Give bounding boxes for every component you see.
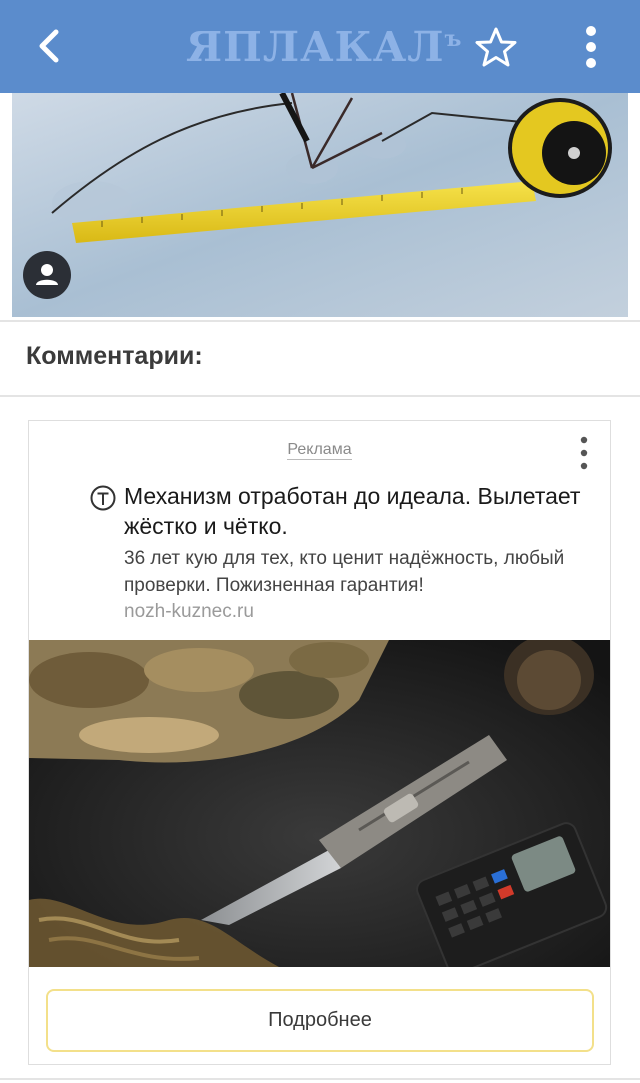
top-app-bar: ЯПЛАКАЛъ (0, 0, 640, 93)
advertiser-logo-icon (90, 485, 116, 511)
ad-more-vertical-icon[interactable] (576, 435, 592, 471)
post-image (12, 93, 628, 317)
divider (0, 1078, 640, 1080)
back-arrow-icon[interactable] (28, 24, 72, 68)
divider (0, 395, 640, 397)
comments-heading: Комментарии: (26, 342, 203, 370)
ad-label: Реклама (287, 441, 352, 460)
avatar[interactable] (23, 251, 71, 299)
ad-domain[interactable]: nozh-kuznec.ru (124, 601, 254, 623)
ad-card[interactable]: Реклама Механизм отработан до идеала. Вы… (28, 420, 611, 1065)
ad-description: 36 лет кую для тех, кто ценит надёжность… (124, 548, 565, 596)
site-logo[interactable]: ЯПЛАКАЛъ (186, 24, 461, 70)
more-vertical-icon[interactable] (576, 22, 606, 72)
ad-title[interactable]: Механизм отработан до идеала. Вылетает ж… (124, 481, 594, 541)
star-icon[interactable] (472, 24, 520, 72)
ad-image[interactable] (29, 640, 610, 967)
ad-cta-button[interactable]: Подробнее (46, 989, 594, 1052)
divider (0, 320, 640, 322)
